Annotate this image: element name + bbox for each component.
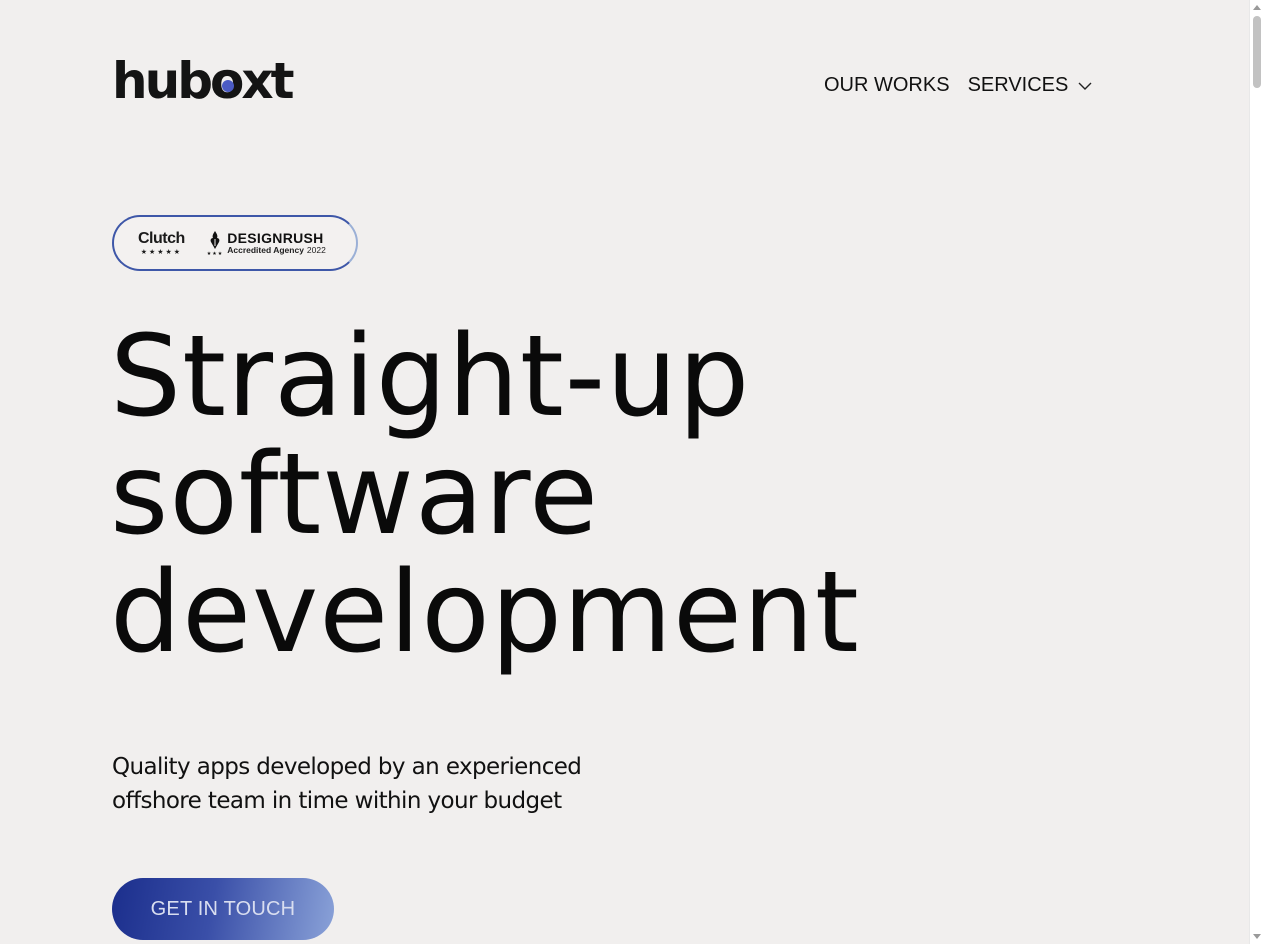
clutch-stars: ★★★★★ — [140, 247, 183, 256]
hero-subtitle: Quality apps developed by an experienced… — [112, 750, 652, 818]
logo-text-start: hub — [112, 52, 213, 110]
clutch-logo-text: Clutch — [138, 229, 185, 247]
nav-services[interactable]: SERVICES — [968, 74, 1093, 97]
subtitle-line-1: Quality apps developed by an experienced — [112, 754, 582, 780]
designrush-stars: ★★★ — [206, 250, 224, 257]
designrush-subtitle: Accredited Agency — [227, 245, 304, 256]
hero-headline: Straight-up software development — [110, 318, 860, 672]
designrush-name: DESIGNRUSH — [227, 230, 324, 247]
logo-dot-letter: o — [210, 56, 244, 106]
chevron-down-icon — [1078, 82, 1092, 90]
headline-line-1: Straight-up — [110, 312, 751, 442]
main-nav: OUR WORKS SERVICES — [824, 74, 1092, 97]
logo-text-end: xt — [241, 52, 294, 110]
scroll-thumb[interactable] — [1253, 16, 1261, 88]
hubnext-logo[interactable]: huboxt — [112, 52, 295, 110]
page: huboxt OUR WORKS SERVICES Clutch ★★★★★ ★… — [0, 0, 1264, 944]
headline-line-2: software — [110, 430, 599, 560]
designrush-badge[interactable]: ★★★ DESIGNRUSH Accredited Agency 2022 — [207, 230, 326, 257]
designrush-icon: ★★★ — [207, 230, 223, 257]
designrush-text: DESIGNRUSH Accredited Agency 2022 — [227, 231, 326, 255]
designrush-year: 2022 — [306, 245, 326, 256]
awards-badge: Clutch ★★★★★ ★★★ DESIGNRUSH Accredited A… — [112, 215, 358, 271]
scroll-down-icon[interactable] — [1253, 934, 1261, 939]
designrush-subtitle-row: Accredited Agency 2022 — [227, 246, 326, 255]
designrush-drop-icon — [210, 230, 220, 249]
headline-line-3: development — [110, 548, 860, 678]
nav-services-label: SERVICES — [967, 74, 1069, 96]
scroll-up-icon[interactable] — [1253, 5, 1261, 10]
nav-our-works[interactable]: OUR WORKS — [824, 74, 950, 97]
vertical-scrollbar[interactable] — [1249, 0, 1264, 944]
logo-dot-icon — [221, 80, 234, 92]
get-in-touch-button[interactable]: GET IN TOUCH — [112, 878, 334, 940]
subtitle-line-2: offshore team in time within your budget — [112, 788, 562, 814]
clutch-badge[interactable]: Clutch ★★★★★ — [138, 229, 185, 256]
